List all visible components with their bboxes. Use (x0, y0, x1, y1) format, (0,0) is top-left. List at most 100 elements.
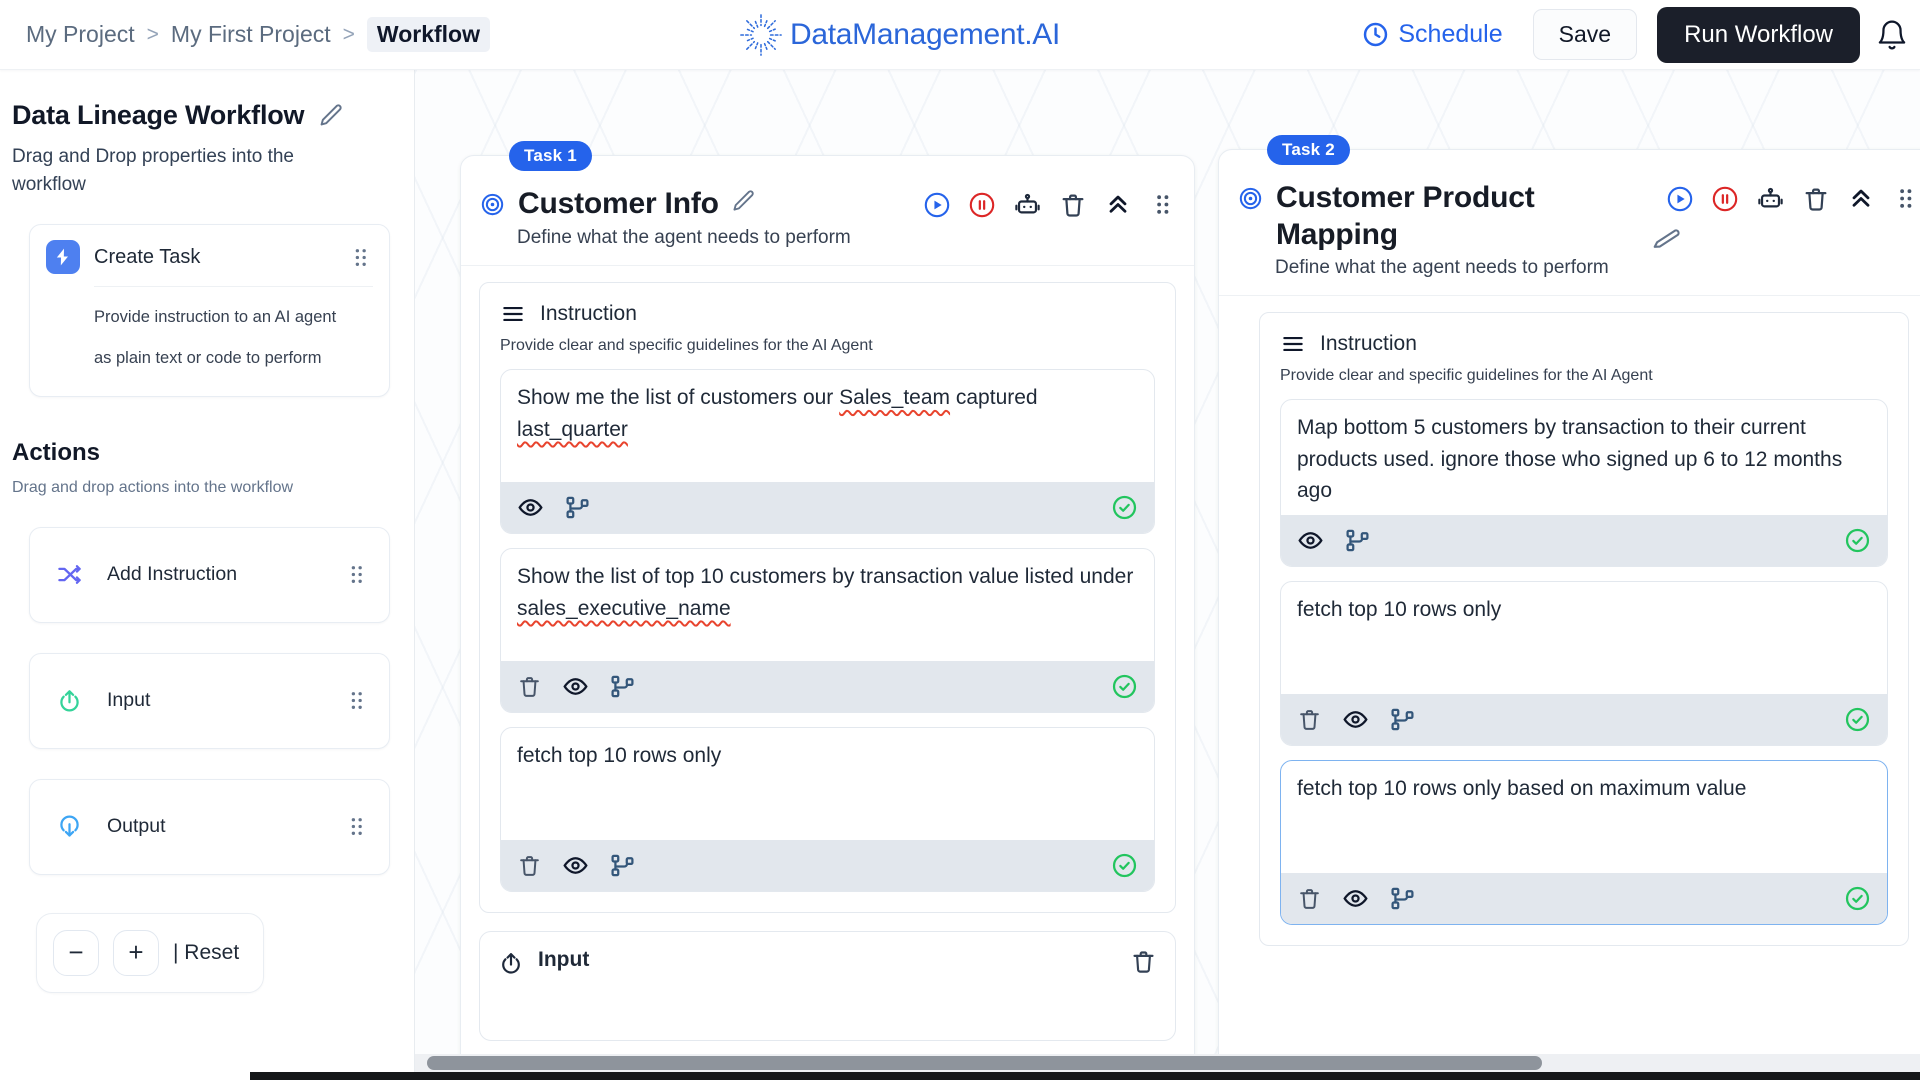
action-card-add-instruction[interactable]: Add Instruction (29, 527, 390, 623)
breadcrumb-workflow[interactable]: Workflow (367, 17, 490, 52)
breadcrumb-my-project[interactable]: My Project (26, 21, 135, 48)
instruction-box[interactable]: fetch top 10 rows only (1280, 581, 1888, 746)
eye-icon[interactable] (1297, 527, 1324, 554)
instruction-box[interactable]: Show me the list of customers our Sales_… (500, 369, 1155, 534)
task-card-customer-product-mapping[interactable]: Task 2 Customer Product Mapping Define w… (1218, 149, 1920, 1080)
instruction-toolbar (501, 482, 1154, 533)
branch-icon[interactable] (1389, 885, 1416, 912)
run-task-play-icon[interactable] (923, 191, 951, 219)
branch-icon[interactable] (609, 852, 636, 879)
instruction-text[interactable]: Show the list of top 10 customers by tra… (501, 549, 1154, 661)
misspelled-word: sales_executive_name (517, 597, 731, 620)
task-card-customer-info[interactable]: Task 1 Customer Info Define what the age… (460, 155, 1195, 1080)
create-task-card[interactable]: Create Task Provide instruction to an AI… (29, 224, 390, 397)
agent-robot-icon[interactable] (1756, 184, 1785, 213)
action-label: Output (107, 815, 344, 838)
target-icon (479, 191, 506, 223)
breadcrumb-my-first-project[interactable]: My First Project (171, 21, 331, 48)
eye-icon[interactable] (562, 852, 589, 879)
instruction-box[interactable]: fetch top 10 rows only based on maximum … (1280, 760, 1888, 925)
run-task-play-icon[interactable] (1666, 185, 1694, 213)
action-label: Input (107, 689, 344, 712)
bell-icon[interactable] (1876, 19, 1908, 51)
instruction-list: Show me the list of customers our Sales_… (500, 369, 1155, 892)
workflow-title: Data Lineage Workflow (12, 100, 304, 131)
check-circle-icon (1111, 852, 1138, 879)
instruction-text[interactable]: Map bottom 5 customers by transaction to… (1281, 400, 1887, 515)
eye-icon[interactable] (517, 494, 544, 521)
instruction-text[interactable]: fetch top 10 rows only based on maximum … (1281, 761, 1887, 873)
instruction-text[interactable]: fetch top 10 rows only (1281, 582, 1887, 694)
breadcrumb: My Project > My First Project > Workflow (26, 17, 490, 52)
trash-icon[interactable] (517, 853, 542, 878)
action-card-output[interactable]: Output (29, 779, 390, 875)
task-badge: Task 2 (1267, 135, 1350, 165)
zoom-reset-button[interactable]: | Reset (173, 941, 239, 965)
schedule-button[interactable]: Schedule (1362, 20, 1502, 49)
instruction-box[interactable]: Show the list of top 10 customers by tra… (500, 548, 1155, 713)
edit-task-pencil-icon[interactable] (1649, 223, 1683, 261)
instruction-box[interactable]: Map bottom 5 customers by transaction to… (1280, 399, 1888, 567)
save-button[interactable]: Save (1533, 9, 1637, 60)
trash-icon[interactable] (1297, 707, 1322, 732)
delete-task-trash-icon[interactable] (1802, 185, 1830, 213)
eye-icon[interactable] (1342, 885, 1369, 912)
run-workflow-button[interactable]: Run Workflow (1657, 7, 1860, 63)
branch-icon[interactable] (609, 673, 636, 700)
drag-handle-icon[interactable] (1892, 185, 1919, 212)
instruction-box[interactable]: fetch top 10 rows only (500, 727, 1155, 892)
drag-handle-icon[interactable] (344, 688, 369, 713)
topbar: My Project > My First Project > Workflow (0, 0, 1920, 70)
horizontal-scrollbar-track[interactable] (415, 1054, 1920, 1072)
agent-robot-icon[interactable] (1013, 190, 1042, 219)
branch-icon[interactable] (564, 494, 591, 521)
check-circle-icon (1844, 706, 1871, 733)
horizontal-scrollbar-thumb[interactable] (427, 1056, 1542, 1070)
drag-handle-icon[interactable] (344, 562, 369, 587)
workflow-canvas[interactable]: Task 1 Customer Info Define what the age… (415, 70, 1920, 1080)
eye-icon[interactable] (562, 673, 589, 700)
eye-icon[interactable] (1342, 706, 1369, 733)
zoom-out-button[interactable]: − (53, 930, 99, 976)
actions-subtitle: Drag and drop actions into the workflow (12, 479, 402, 497)
input-section-label: Input (538, 948, 589, 972)
task-toolbar (1666, 184, 1919, 213)
drag-handle-icon[interactable] (1149, 191, 1176, 218)
zoom-in-button[interactable]: + (113, 930, 159, 976)
shuffle-icon (56, 561, 83, 588)
task-subtitle: Define what the agent needs to perform (517, 227, 1176, 249)
hamburger-icon[interactable] (500, 301, 526, 327)
input-section[interactable]: Input (479, 931, 1176, 1041)
collapse-chevrons-up-icon[interactable] (1104, 191, 1132, 219)
collapse-chevrons-up-icon[interactable] (1847, 185, 1875, 213)
task-title: Customer Info (518, 186, 756, 223)
instruction-text[interactable]: fetch top 10 rows only (501, 728, 1154, 840)
pause-task-icon[interactable] (1711, 185, 1739, 213)
create-task-description: Provide instruction to an AI agent as pl… (94, 297, 354, 378)
branch-icon[interactable] (1344, 527, 1371, 554)
drag-handle-icon[interactable] (344, 814, 369, 839)
divider (94, 286, 373, 287)
edit-task-pencil-icon[interactable] (731, 187, 756, 224)
instruction-text[interactable]: Show me the list of customers our Sales_… (501, 370, 1154, 482)
edit-title-pencil-icon[interactable] (318, 103, 344, 129)
workflow-builder-app: { "topbar": { "breadcrumb": [ { "label":… (0, 0, 1920, 1080)
check-circle-icon (1111, 673, 1138, 700)
action-card-input[interactable]: Input (29, 653, 390, 749)
hamburger-icon[interactable] (1280, 331, 1306, 357)
sidebar: Data Lineage Workflow Drag and Drop prop… (0, 70, 415, 1080)
branch-icon[interactable] (1389, 706, 1416, 733)
instruction-toolbar (1281, 694, 1887, 745)
instruction-section: Instruction Provide clear and specific g… (1259, 312, 1909, 946)
trash-icon[interactable] (1297, 886, 1322, 911)
check-circle-icon (1111, 494, 1138, 521)
delete-input-trash-icon[interactable] (1130, 948, 1157, 975)
pause-task-icon[interactable] (968, 191, 996, 219)
instruction-heading: Instruction (1320, 332, 1417, 356)
instruction-hint: Provide clear and specific guidelines fo… (1280, 367, 1888, 385)
breadcrumb-separator: > (147, 23, 159, 47)
trash-icon[interactable] (517, 674, 542, 699)
check-circle-icon (1844, 885, 1871, 912)
drag-handle-icon[interactable] (348, 245, 373, 270)
delete-task-trash-icon[interactable] (1059, 191, 1087, 219)
